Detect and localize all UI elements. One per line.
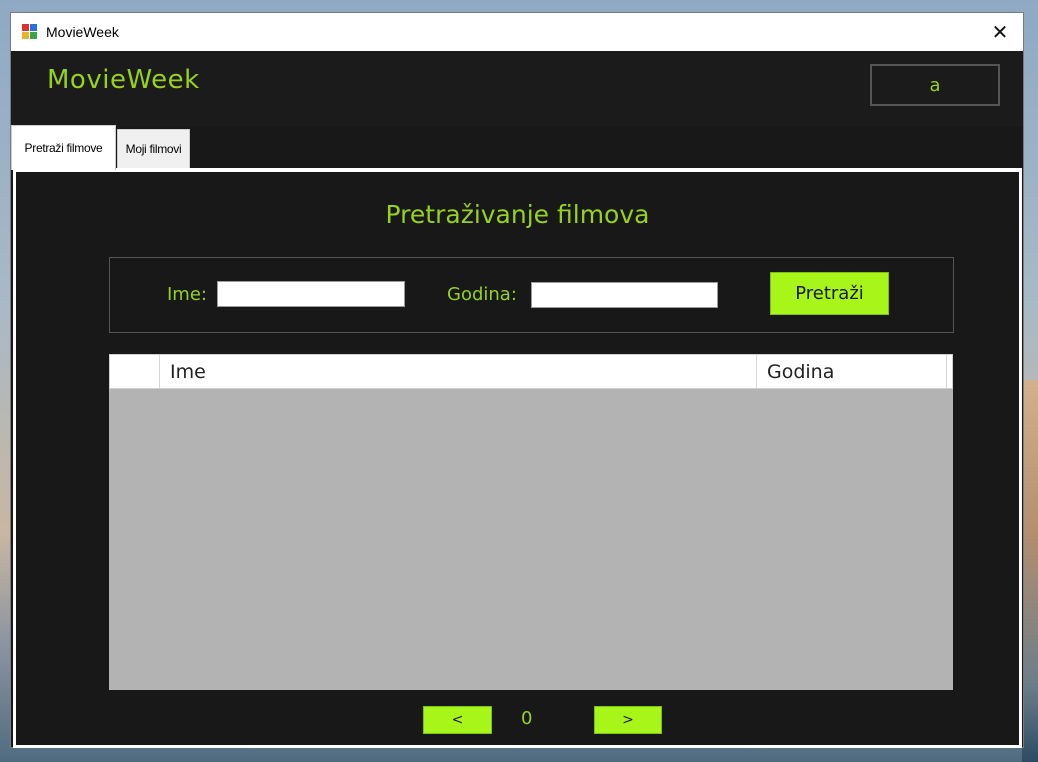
search-page: Pretraživanje filmova Ime: Godina: Pretr… (16, 172, 1019, 745)
tab-strip: Pretraži filmove Moji filmovi (11, 125, 1023, 170)
results-grid[interactable]: Ime Godina (109, 354, 953, 690)
next-page-button[interactable]: > (594, 706, 662, 734)
brand-title: MovieWeek (47, 65, 200, 95)
search-button[interactable]: Pretraži (770, 272, 889, 315)
close-icon[interactable]: ✕ (977, 13, 1023, 51)
app-window: MovieWeek ✕ MovieWeek a Pretraži filmove… (10, 12, 1024, 748)
desktop-background (1022, 380, 1038, 762)
column-header-godina[interactable]: Godina (757, 355, 947, 388)
app-header: MovieWeek a (11, 51, 1023, 127)
tab-panel: Pretraživanje filmova Ime: Godina: Pretr… (13, 168, 1022, 748)
year-input[interactable] (531, 282, 718, 308)
grid-header: Ime Godina (109, 354, 953, 389)
tab-my-movies[interactable]: Moji filmovi (117, 129, 190, 169)
page-title: Pretraživanje filmova (385, 200, 650, 229)
window-title: MovieWeek (46, 24, 119, 40)
app-icon (22, 24, 38, 40)
tab-search-movies[interactable]: Pretraži filmove (11, 125, 116, 170)
name-label: Ime: (167, 284, 207, 305)
user-button[interactable]: a (870, 64, 1000, 106)
column-header-ime[interactable]: Ime (160, 355, 757, 388)
page-number: 0 (521, 708, 533, 729)
title-bar: MovieWeek ✕ (11, 13, 1023, 51)
row-header-column[interactable] (110, 355, 160, 388)
name-input[interactable] (217, 281, 405, 307)
prev-page-button[interactable]: < (423, 706, 492, 734)
search-form: Ime: Godina: Pretraži (109, 257, 954, 333)
year-label: Godina: (447, 284, 517, 305)
